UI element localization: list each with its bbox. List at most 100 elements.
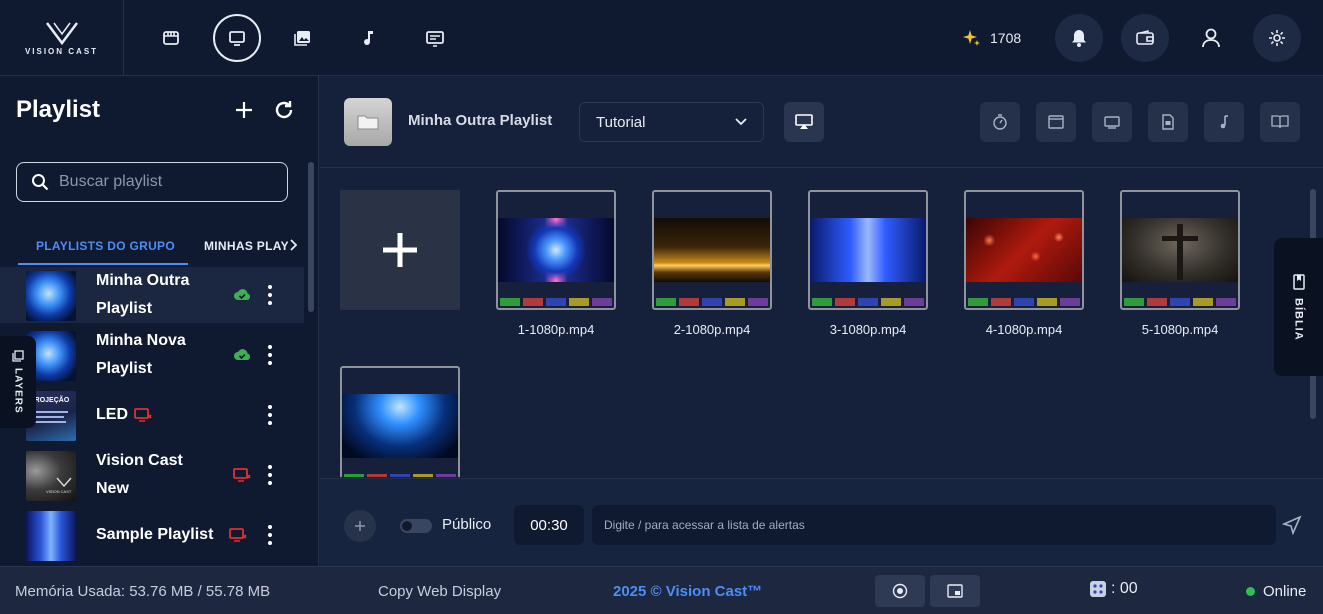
list-item[interactable]: Minha Nova Playlist [0,327,304,383]
credits-counter[interactable]: 1708 [962,28,1021,48]
playlist-thumbnail: VISION CAST [26,451,76,501]
nav-display-button[interactable] [213,14,261,62]
cast-offline-icon [233,468,251,482]
alert-duration[interactable]: 00:30 [514,505,584,545]
refresh-icon[interactable] [272,98,296,122]
timer-button[interactable] [980,102,1020,142]
more-options-button[interactable] [262,345,278,365]
nav-text-button[interactable] [411,14,459,62]
wallet-button[interactable] [1121,14,1169,62]
user-icon [1202,28,1220,48]
list-item[interactable]: PROJEÇÃO LED [0,387,304,443]
list-item[interactable]: Minha Outra Playlist [0,267,304,323]
active-tab-indicator [18,263,188,265]
add-playlist-icon[interactable] [232,98,256,122]
video-preview [810,218,926,282]
bell-icon [1072,30,1086,47]
record-button[interactable] [875,575,925,607]
media-filename: 3-1080p.mp4 [829,322,907,337]
category-dropdown[interactable]: Tutorial [579,102,764,142]
memory-usage: Memória Usada: 53.76 MB / 55.78 MB [15,583,271,600]
playlist-name-cont: Playlist [96,300,153,317]
cast-button[interactable] [784,102,824,142]
nav-store-button[interactable] [147,14,195,62]
video-preview [1122,218,1238,282]
document-button[interactable] [1148,102,1188,142]
vision-cast-logo[interactable]: VISION CAST [0,0,124,76]
color-swatches[interactable] [968,298,1080,306]
nav-music-button[interactable] [345,14,393,62]
media-item[interactable]: 2-1080p.mp4 [652,190,772,337]
list-item[interactable]: VISION CAST Vision Cast New [0,447,304,503]
text-screen-icon [426,31,444,47]
media-item[interactable] [340,366,460,477]
book-icon [1271,115,1289,129]
dropdown-value: Tutorial [596,113,646,131]
music-button[interactable] [1204,102,1244,142]
color-swatches[interactable] [1124,298,1236,306]
add-media-button[interactable] [340,190,460,310]
bible-panel-toggle[interactable]: BÍBLIA [1274,238,1323,376]
media-thumbnail[interactable] [496,190,616,310]
screen-counter[interactable]: : 00 [1089,580,1138,598]
color-swatches[interactable] [500,298,612,306]
more-options-button[interactable] [262,465,278,485]
nav-images-button[interactable] [279,14,327,62]
settings-button[interactable] [1253,14,1301,62]
layers-panel-toggle[interactable]: LAYERS [0,336,36,428]
app-root: VISION CAST 1708 Playlist Buscar playlis… [0,0,1323,614]
screen-button[interactable] [1092,102,1132,142]
color-swatches[interactable] [344,474,456,477]
more-options-button[interactable] [262,285,278,305]
more-options-button[interactable] [262,525,278,545]
folder-icon [357,115,379,130]
media-item[interactable]: 3-1080p.mp4 [808,190,928,337]
status-footer: Memória Usada: 53.76 MB / 55.78 MB Copy … [0,566,1323,614]
public-toggle[interactable] [400,519,432,533]
record-icon [892,583,908,599]
media-grid: 1-1080p.mp4 2-1080p.mp4 3-1080p.mp4 4-10… [320,169,1310,477]
media-thumbnail[interactable] [652,190,772,310]
list-item[interactable]: Sample Playlist [0,507,304,563]
picture-in-picture-button[interactable] [930,575,980,607]
monitor-icon [229,31,245,46]
media-thumbnail[interactable] [808,190,928,310]
cloud-synced-icon [234,349,251,360]
copy-web-display-link[interactable]: Copy Web Display [378,583,501,600]
sparkle-icon [963,30,980,46]
layers-label: LAYERS [12,368,24,414]
images-icon [294,31,310,46]
send-icon[interactable] [1282,515,1302,535]
more-options-button[interactable] [262,405,278,425]
airplay-icon [795,114,813,129]
search-input[interactable] [59,173,259,191]
status-dot [1246,587,1255,596]
user-button[interactable] [1187,14,1235,62]
color-swatches[interactable] [812,298,924,306]
media-thumbnail[interactable] [340,366,460,477]
cast-offline-icon [229,528,247,542]
media-thumbnail[interactable] [964,190,1084,310]
playlist-cover[interactable] [344,98,392,146]
media-filename: 4-1080p.mp4 [985,322,1063,337]
media-filename: 5-1080p.mp4 [1141,322,1219,337]
tab-my-playlists[interactable]: MINHAS PLAYLISTS [204,226,288,266]
sidebar-scrollbar[interactable] [306,148,316,566]
media-thumbnail[interactable] [1120,190,1240,310]
playlist-name-cont: Playlist [96,360,153,377]
playlist-content: Minha Outra Playlist Tutorial 1-1080p.mp… [320,76,1323,566]
book-button[interactable] [1260,102,1300,142]
alert-input[interactable] [592,505,1276,545]
tab-group-playlists[interactable]: PLAYLISTS DO GRUPO [36,226,175,266]
media-item[interactable]: 1-1080p.mp4 [496,190,616,337]
window-button[interactable] [1036,102,1076,142]
notifications-button[interactable] [1055,14,1103,62]
media-item[interactable]: 4-1080p.mp4 [964,190,1084,337]
status-label: Online [1263,583,1307,600]
add-alert-button[interactable] [344,510,376,542]
search-icon [32,174,49,191]
color-swatches[interactable] [656,298,768,306]
media-item[interactable]: 5-1080p.mp4 [1120,190,1240,337]
chevron-right-icon[interactable] [288,238,300,252]
playlist-search[interactable] [16,162,288,202]
